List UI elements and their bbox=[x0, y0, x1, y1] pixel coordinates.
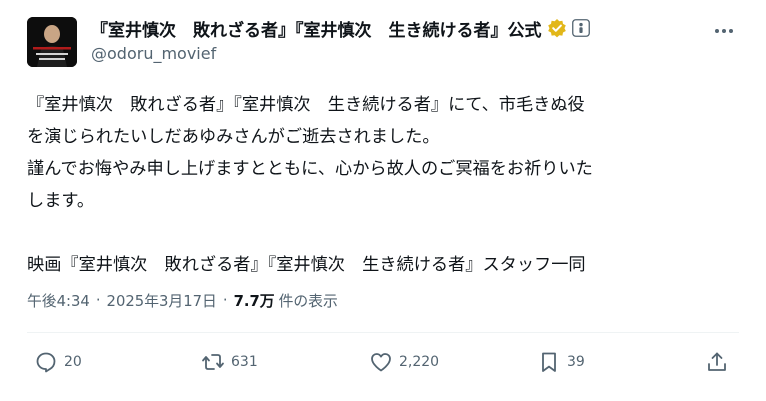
divider bbox=[27, 332, 739, 333]
bookmark-button[interactable]: 39 bbox=[537, 348, 585, 376]
bookmark-icon bbox=[542, 352, 556, 372]
like-button[interactable]: 2,220 bbox=[369, 348, 439, 376]
affiliate-badge-icon[interactable] bbox=[571, 19, 590, 37]
meta-separator: · bbox=[222, 292, 228, 309]
tweet-text-line: を演じられたいしだあゆみさんがご逝去されました。 bbox=[27, 127, 440, 147]
like-count: 2,220 bbox=[399, 354, 440, 370]
repost-button[interactable]: 631 bbox=[201, 348, 258, 376]
tweet-date[interactable]: 2025年3月17日 bbox=[107, 290, 217, 311]
tweet-text-line: 謹んでお悔やみ申し上げますとともに、心から故人のご冥福をお祈りいた bbox=[27, 159, 593, 179]
heart-icon bbox=[371, 353, 391, 372]
share-button[interactable] bbox=[705, 348, 729, 376]
avatar[interactable] bbox=[27, 17, 77, 67]
views-count[interactable]: 7.7万 bbox=[234, 290, 275, 311]
repost-count: 631 bbox=[231, 354, 258, 370]
name-row: 『室井慎次 敗れざる者』『室井慎次 生き続ける者』公式 bbox=[91, 16, 590, 41]
share-icon bbox=[708, 352, 726, 371]
repost-icon bbox=[202, 354, 224, 370]
more-icon[interactable] bbox=[712, 21, 736, 41]
display-name[interactable]: 『室井慎次 敗れざる者』『室井慎次 生き続ける者』公式 bbox=[91, 16, 542, 41]
tweet-text: 『室井慎次 敗れざる者』『室井慎次 生き続ける者』にて、市毛きぬ役 を演じられた… bbox=[27, 89, 747, 281]
tweet-text-line: 『室井慎次 敗れざる者』『室井慎次 生き続ける者』にて、市毛きぬ役 bbox=[27, 95, 585, 115]
reply-count: 20 bbox=[64, 354, 82, 370]
bookmark-count: 39 bbox=[567, 354, 585, 370]
reply-icon bbox=[36, 352, 56, 373]
tweet-card: 『室井慎次 敗れざる者』『室井慎次 生き続ける者』公式 @odoru_movie… bbox=[0, 0, 766, 401]
reply-button[interactable]: 20 bbox=[34, 348, 82, 376]
verified-badge-icon bbox=[547, 18, 567, 38]
handle[interactable]: @odoru_movief bbox=[91, 44, 216, 63]
views-label: 件の表示 bbox=[278, 293, 338, 310]
tweet-meta: 午後4:34 · 2025年3月17日 · 7.7万 件の表示 bbox=[27, 290, 338, 311]
tweet-text-line: します。 bbox=[27, 191, 95, 211]
tweet-text-line: 映画『室井慎次 敗れざる者』『室井慎次 生き続ける者』スタッフ一同 bbox=[27, 255, 586, 275]
tweet-time[interactable]: 午後4:34 bbox=[27, 290, 90, 311]
meta-separator: · bbox=[95, 292, 101, 309]
